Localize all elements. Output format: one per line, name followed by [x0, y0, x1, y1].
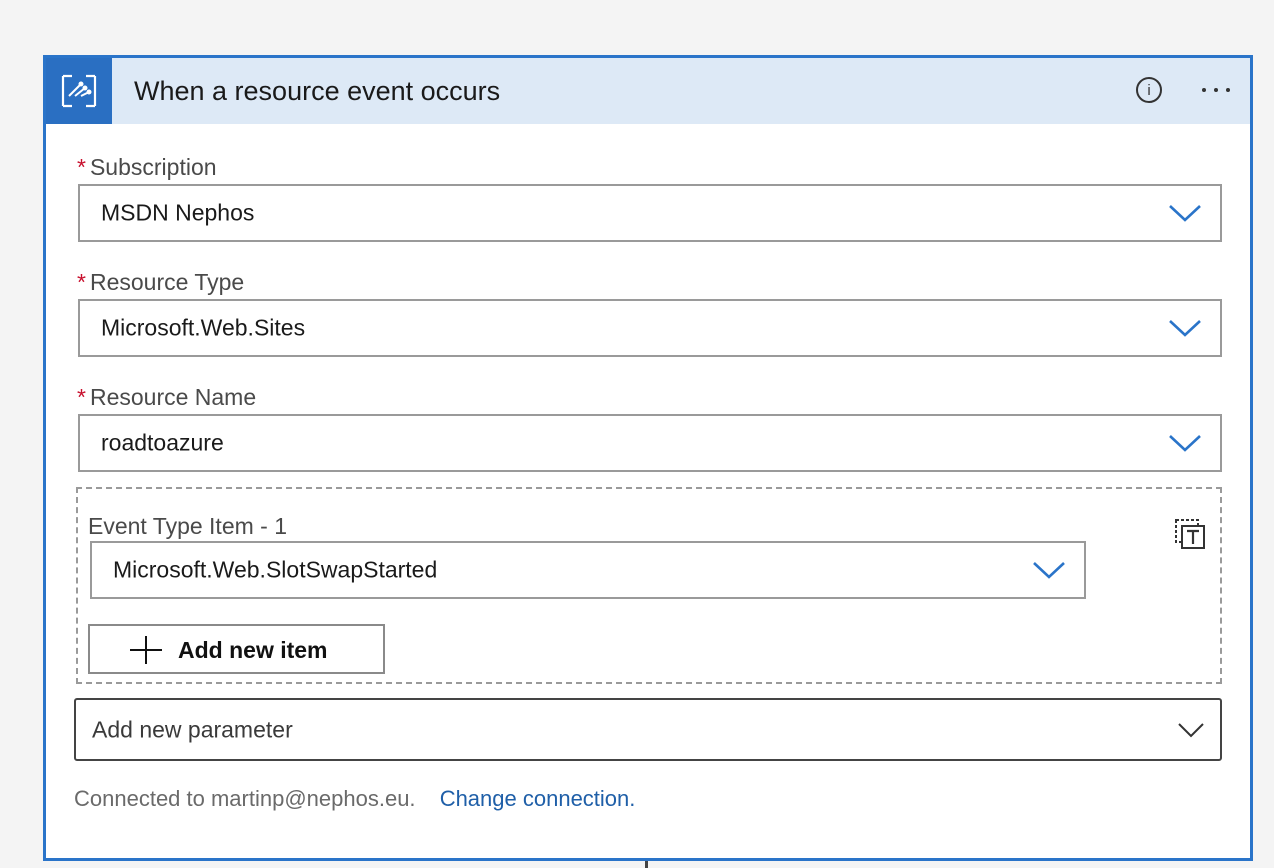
add-new-item-label: Add new item	[178, 637, 328, 663]
required-marker: *	[77, 269, 86, 295]
resource-type-label-text: Resource Type	[89, 269, 245, 295]
info-glyph: i	[1147, 81, 1151, 99]
event-type-array: Event Type Item - 1 Microsoft.Web.SlotSw…	[76, 487, 1222, 684]
resource-name-dropdown[interactable]: roadtoazure	[78, 414, 1222, 472]
plus-icon	[130, 636, 162, 664]
required-marker: *	[77, 384, 86, 410]
required-marker: *	[77, 154, 86, 180]
connection-footer: Connected to martinp@nephos.eu. Change c…	[74, 786, 635, 812]
add-new-parameter-dropdown[interactable]: Add new parameter	[74, 698, 1222, 761]
change-connection-link[interactable]: Change connection.	[440, 786, 636, 811]
card-header[interactable]: When a resource event occurs i	[46, 58, 1250, 124]
event-type-item-label: Event Type Item - 1	[88, 513, 288, 539]
subscription-dropdown[interactable]: MSDN Nephos	[78, 184, 1222, 242]
resource-name-value: roadtoazure	[101, 429, 224, 456]
event-type-dropdown[interactable]: Microsoft.Web.SlotSwapStarted	[90, 541, 1086, 599]
add-new-item-button[interactable]: Add new item	[88, 624, 385, 674]
chevron-down-icon	[1169, 435, 1201, 452]
resource-type-label: * Resource Type	[77, 269, 244, 296]
connected-to-text: Connected to martinp@nephos.eu.	[74, 786, 416, 811]
subscription-value: MSDN Nephos	[101, 199, 255, 226]
info-icon[interactable]: i	[1136, 77, 1162, 103]
resource-type-value: Microsoft.Web.Sites	[101, 314, 306, 341]
trigger-card: When a resource event occurs i * Subscrip…	[43, 55, 1253, 861]
add-new-parameter-placeholder: Add new parameter	[92, 716, 293, 742]
chevron-down-icon	[1033, 562, 1065, 579]
event-type-value: Microsoft.Web.SlotSwapStarted	[113, 556, 438, 583]
switch-to-text-mode-icon[interactable]	[1173, 517, 1207, 551]
chevron-down-icon	[1178, 722, 1204, 737]
resource-type-dropdown[interactable]: Microsoft.Web.Sites	[78, 299, 1222, 357]
chevron-down-icon	[1169, 320, 1201, 337]
subscription-label-text: Subscription	[89, 154, 217, 180]
event-grid-icon	[46, 58, 112, 124]
card-title: When a resource event occurs	[134, 76, 501, 106]
subscription-label: * Subscription	[77, 154, 217, 181]
resource-name-label-text: Resource Name	[89, 384, 257, 410]
resource-name-label: * Resource Name	[77, 384, 256, 411]
more-options-icon[interactable]	[1196, 72, 1236, 108]
chevron-down-icon	[1169, 205, 1201, 222]
